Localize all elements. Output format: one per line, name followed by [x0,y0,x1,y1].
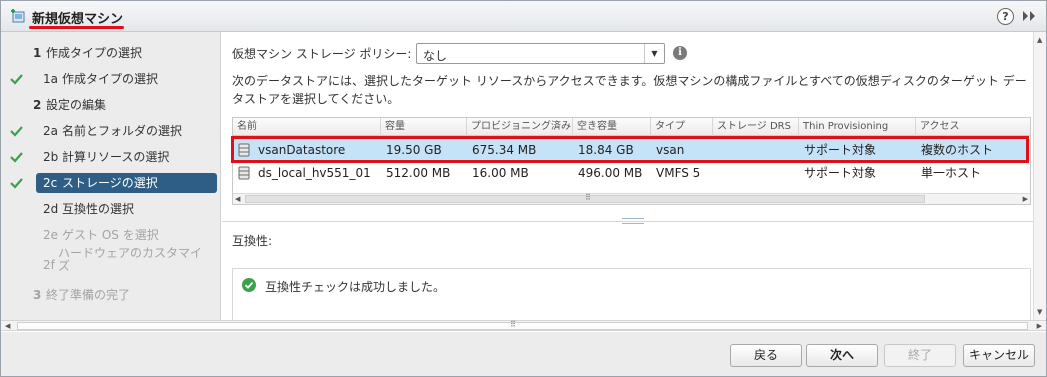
storage-policy-select[interactable]: なし ▼ [416,43,665,64]
step-number: 1 [33,46,42,60]
step-label: 終了準備の完了 [46,288,131,302]
selection-annotation-box [231,136,1029,163]
column-header-access[interactable]: アクセス [916,118,1030,136]
grip-icon: ⠿ [510,320,516,329]
dialog-title: 新規仮想マシン [32,12,124,27]
step-2a[interactable]: 2a 名前とフォルダの選択 [1,121,221,141]
step-label: 互換性の選択 [62,202,135,216]
step-number: 2 [33,98,42,112]
step-2c[interactable]: 2c ストレージの選択 [1,173,221,193]
step-number: 2d [43,202,59,216]
column-header-name[interactable]: 名前 [233,118,381,136]
new-vm-dialog: 新規仮想マシン ? 1 作成タイプの選択 1a 作成タイプの選択 2 設定の編集… [0,0,1047,377]
step-label: 作成タイプの選択 [62,72,159,86]
scroll-down-icon[interactable]: ▼ [1037,308,1042,316]
step-1a[interactable]: 1a 作成タイプの選択 [1,69,221,89]
content-vertical-scrollbar[interactable]: ▲ ▼ [1033,32,1046,320]
finish-button: 終了 [884,344,956,367]
cancel-button[interactable]: キャンセル [963,344,1035,367]
back-button[interactable]: 戻る [730,344,802,367]
cell-access: 単一ホスト [921,166,982,180]
compatibility-label: 互換性: [232,234,273,248]
column-header-storage-drs[interactable]: ストレージ DRS [713,118,799,136]
title-annotation-underline [29,26,124,29]
scroll-thumb[interactable] [17,322,1028,330]
column-header-capacity[interactable]: 容量 [381,118,467,136]
cell-type: VMFS 5 [656,166,701,180]
title-bar: 新規仮想マシン ? [1,1,1046,32]
step-number: 2b [43,150,59,164]
step-number: 2e [43,228,59,242]
step-label: 作成タイプの選択 [46,46,143,60]
step-label: 設定の編集 [46,98,107,112]
step-number: 2a [43,124,58,138]
check-icon [10,178,23,189]
cell-name: ds_local_hv551_01 [258,166,371,180]
compatibility-message: 互換性チェックは成功しました。 [265,280,446,294]
wizard-steps: 1 作成タイプの選択 1a 作成タイプの選択 2 設定の編集 2a 名前とフォル… [1,32,221,320]
step-2b[interactable]: 2b 計算リソースの選択 [1,147,221,167]
dialog-horizontal-scrollbar[interactable]: ◀ ⠿ ▶ [1,320,1046,331]
cell-thin-provisioning: サポート対象 [804,166,877,180]
column-header-free[interactable]: 空き容量 [573,118,651,136]
check-icon [10,152,23,163]
step-number: 3 [33,288,42,302]
storage-panel: 仮想マシン ストレージ ポリシー: なし ▼ i 次のデータストアには、選択した… [222,32,1033,320]
storage-policy-label: 仮想マシン ストレージ ポリシー: [232,47,412,61]
datastore-description: 次のデータストアには、選択したターゲット リソースからアクセスできます。仮想マシ… [232,74,1027,106]
cell-storage-drs [713,162,799,184]
storage-policy-value: なし [423,49,448,63]
table-row[interactable]: ds_local_hv551_01 512.00 MB 16.00 MB 496… [233,162,1030,184]
step-2e: 2e ゲスト OS を選択 [1,225,221,245]
column-header-thin-provisioning[interactable]: Thin Provisioning [799,118,916,136]
step-label: ゲスト OS を選択 [62,228,159,242]
step-label: ストレージの選択 [62,176,158,190]
cell-provisioned: 16.00 MB [472,166,529,180]
next-button[interactable]: 次へ [806,344,878,367]
scroll-left-icon[interactable]: ◀ [235,194,240,204]
cell-capacity: 512.00 MB [386,166,451,180]
scroll-right-icon[interactable]: ▶ [1023,194,1028,204]
step-number: 2f [43,258,55,272]
check-icon [10,74,23,85]
compatibility-box: 互換性チェックは成功しました。 [232,268,1031,320]
step-2d[interactable]: 2d 互換性の選択 [1,199,221,219]
column-header-provisioned[interactable]: プロビジョニング済み [467,118,573,136]
datastore-icon [238,166,250,180]
column-header-type[interactable]: タイプ [651,118,713,136]
step-label: 名前とフォルダの選択 [62,124,183,138]
chevron-down-icon[interactable]: ▼ [644,44,664,63]
step-label: ハードウェアのカスタマイズ [58,246,203,273]
scroll-up-icon[interactable]: ▲ [1037,36,1042,44]
step-2[interactable]: 2 設定の編集 [1,95,221,115]
step-label: 計算リソースの選択 [62,150,170,164]
scroll-left-icon[interactable]: ◀ [5,321,10,331]
grip-icon: ⠿ [585,193,591,202]
success-icon [242,278,256,292]
check-icon [10,126,23,137]
step-number: 1a [43,72,58,86]
table-header: 名前 容量 プロビジョニング済み 空き容量 タイプ ストレージ DRS Thin… [233,118,1030,136]
scroll-right-icon[interactable]: ▶ [1037,321,1042,331]
step-number: 2c [43,176,58,190]
step-3: 3 終了準備の完了 [1,285,221,305]
table-horizontal-scrollbar[interactable]: ◀ ⠿ ▶ [233,193,1030,204]
expand-icon[interactable] [1021,9,1037,23]
help-button[interactable]: ? [997,8,1014,25]
new-vm-icon [11,9,25,23]
splitter-grip-icon[interactable] [622,218,644,224]
info-icon[interactable]: i [673,46,687,60]
step-1[interactable]: 1 作成タイプの選択 [1,43,221,63]
step-2f: 2f ハードウェアのカスタマイズ [1,247,221,275]
cell-free: 496.00 MB [578,166,643,180]
dialog-footer: 戻る 次へ 終了 キャンセル [1,332,1046,376]
